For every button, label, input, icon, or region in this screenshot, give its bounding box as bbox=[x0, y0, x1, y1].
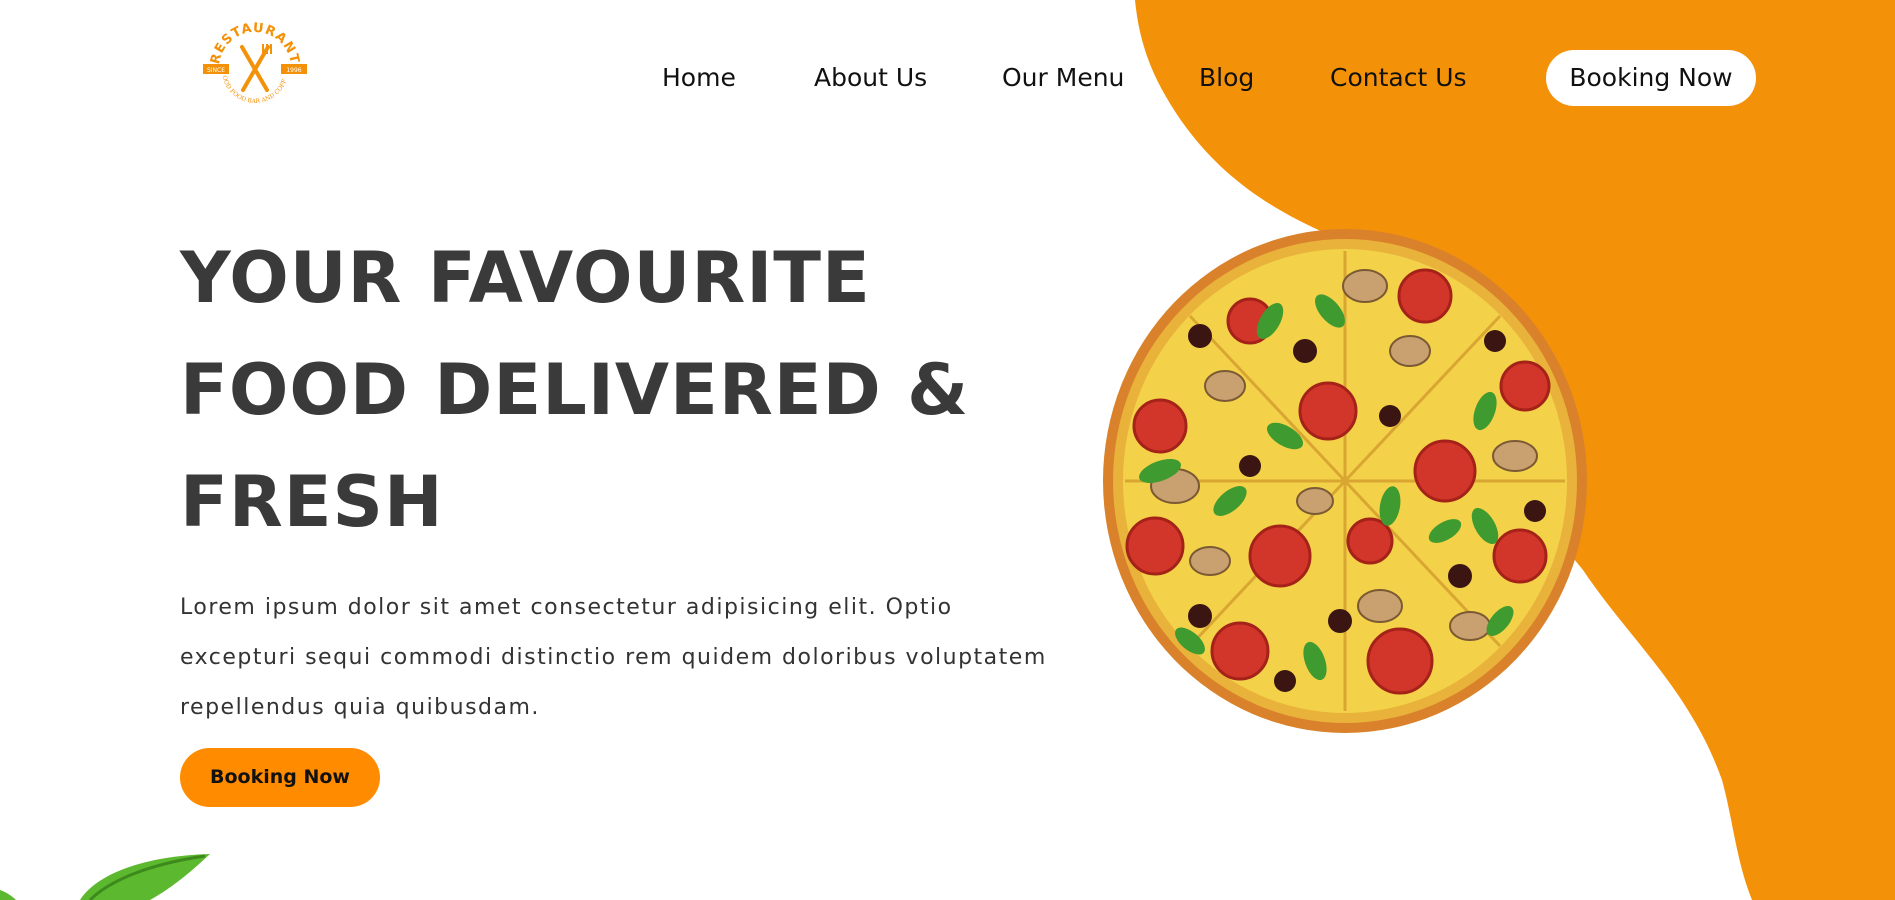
hero-title-line: FOOD DELIVERED & bbox=[180, 349, 970, 431]
nav-link-contact-us[interactable]: Contact Us bbox=[1330, 62, 1467, 94]
hero-title-line: YOUR FAVOURITE bbox=[180, 237, 871, 319]
hero-description-line: excepturi sequi commodi distinctio rem q… bbox=[180, 645, 1047, 670]
landing-page: RESTAURANT SINCE 1996 GOOD FOOD BAR AND … bbox=[0, 0, 1895, 900]
hero-title: YOUR FAVOURITE FOOD DELIVERED & FRESH bbox=[180, 222, 1040, 558]
nav-booking-button[interactable]: Booking Now bbox=[1546, 50, 1756, 106]
nav-link-home[interactable]: Home bbox=[662, 62, 736, 94]
hero-description: Lorem ipsum dolor sit amet consectetur a… bbox=[180, 583, 1100, 733]
hero-description-line: Lorem ipsum dolor sit amet consectetur a… bbox=[180, 595, 953, 620]
leaf-image bbox=[0, 846, 220, 900]
pizza-image bbox=[1100, 226, 1590, 736]
hero-title-line: FRESH bbox=[180, 461, 444, 543]
hero-description-line: repellendus quia quibusdam. bbox=[180, 695, 540, 720]
nav-link-about-us[interactable]: About Us bbox=[814, 62, 927, 94]
nav-link-blog[interactable]: Blog bbox=[1199, 62, 1254, 94]
main-navigation: Home About Us Our Menu Blog Contact Us B… bbox=[0, 50, 1895, 108]
hero-booking-button[interactable]: Booking Now bbox=[180, 748, 380, 807]
nav-link-our-menu[interactable]: Our Menu bbox=[1002, 62, 1124, 94]
